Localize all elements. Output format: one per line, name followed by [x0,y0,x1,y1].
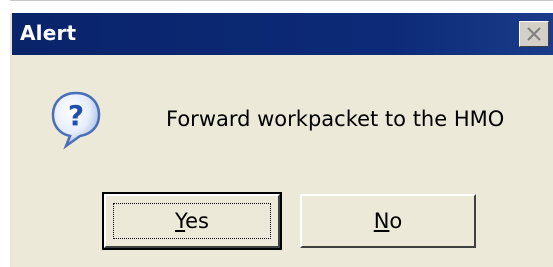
window-edge [10,0,553,13]
svg-text:?: ? [68,99,84,132]
no-label: No [374,209,403,233]
no-button[interactable]: No [300,194,476,248]
alert-dialog: Alert ? Forward workpacket to the HMO Ye… [10,13,553,267]
close-icon [527,27,541,41]
no-label-rest: o [389,209,403,233]
alert-message: Forward workpacket to the HMO [166,107,505,131]
question-icon: ? [51,91,101,150]
close-button[interactable] [519,21,549,47]
yes-button[interactable]: Yes [102,192,282,250]
dialog-title: Alert [20,21,77,45]
no-mnemonic: N [373,209,390,233]
title-bar[interactable]: Alert [12,13,553,55]
background-strip [0,0,553,13]
focus-rect [113,203,271,239]
